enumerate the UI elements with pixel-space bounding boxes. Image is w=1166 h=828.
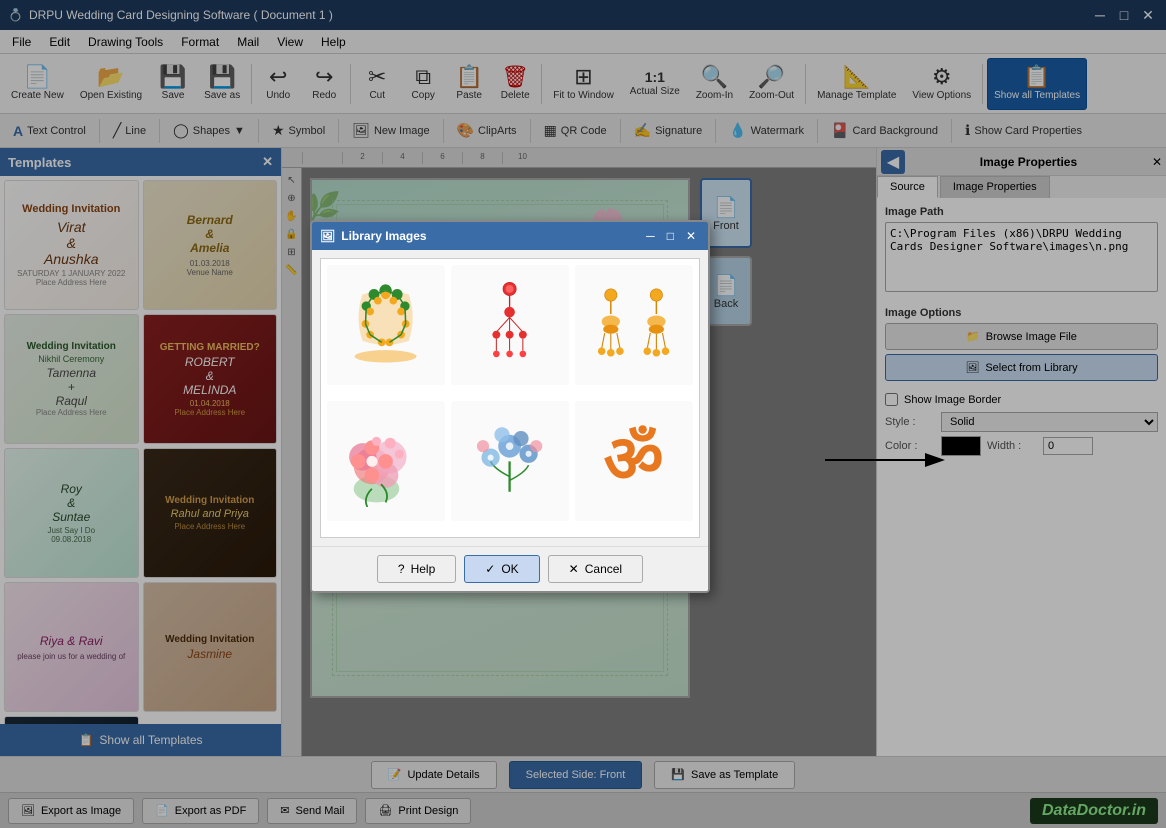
modal-title: 🖼 Library Images [320,229,427,243]
library-images-grid: ॐ [320,258,700,538]
cancel-label: Cancel [585,562,622,576]
garland-svg [340,279,431,372]
pointer-arrow [825,445,945,478]
cancel-button[interactable]: ✕ Cancel [548,555,643,583]
modal-footer: ? Help ✓ OK ✕ Cancel [312,546,708,591]
library-images-modal: 🖼 Library Images ─ □ ✕ [310,220,710,593]
help-button[interactable]: ? Help [377,555,456,583]
ok-button[interactable]: ✓ OK [464,555,539,583]
library-item-6[interactable]: ॐ [575,401,693,521]
earring-svg [464,279,555,372]
blue-flowers-svg [464,415,555,508]
modal-maximize[interactable]: □ [663,229,678,243]
library-item-1[interactable] [327,265,445,385]
ok-label: OK [501,562,518,576]
help-icon: ? [398,562,405,576]
library-item-2[interactable] [451,265,569,385]
modal-close-icon[interactable]: ✕ [682,229,700,243]
modal-header: 🖼 Library Images ─ □ ✕ [312,222,708,250]
library-item-3[interactable] [575,265,693,385]
modal-title-text: Library Images [341,229,426,243]
om-symbol-svg: ॐ [588,415,679,508]
cancel-icon: ✕ [569,562,579,576]
modal-overlay: 🖼 Library Images ─ □ ✕ [0,0,1166,828]
library-item-4[interactable] [327,401,445,521]
library-item-5[interactable] [451,401,569,521]
earrings-pair-svg [588,279,679,372]
help-label: Help [411,562,436,576]
modal-minimize[interactable]: ─ [642,229,659,243]
ok-icon: ✓ [485,562,495,576]
svg-text:ॐ: ॐ [604,423,664,496]
pink-flowers-svg [340,415,431,508]
modal-controls: ─ □ ✕ [642,229,700,243]
modal-body: ॐ [312,250,708,546]
modal-title-icon: 🖼 [320,229,335,243]
